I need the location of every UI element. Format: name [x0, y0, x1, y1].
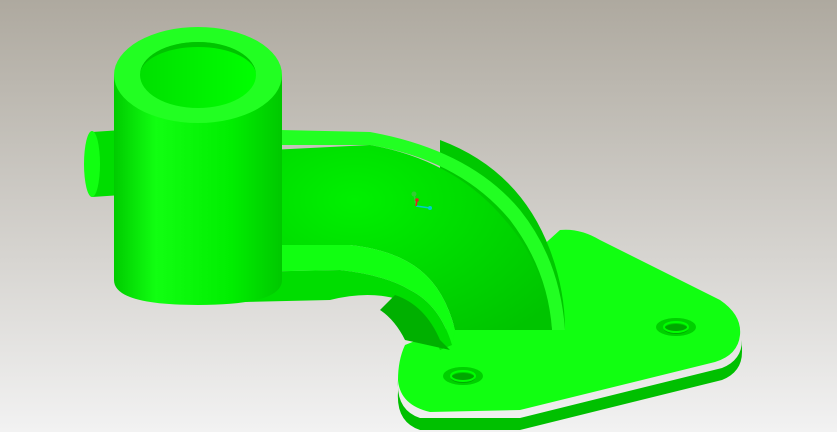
mounting-hole-left	[443, 367, 483, 385]
triad-z-tip	[415, 198, 419, 202]
triad-y-tip	[411, 191, 417, 197]
cad-viewport[interactable]	[0, 0, 837, 432]
model-canvas[interactable]	[0, 0, 837, 432]
mounting-hole-right	[656, 318, 696, 336]
triad-x-tip	[428, 206, 432, 210]
